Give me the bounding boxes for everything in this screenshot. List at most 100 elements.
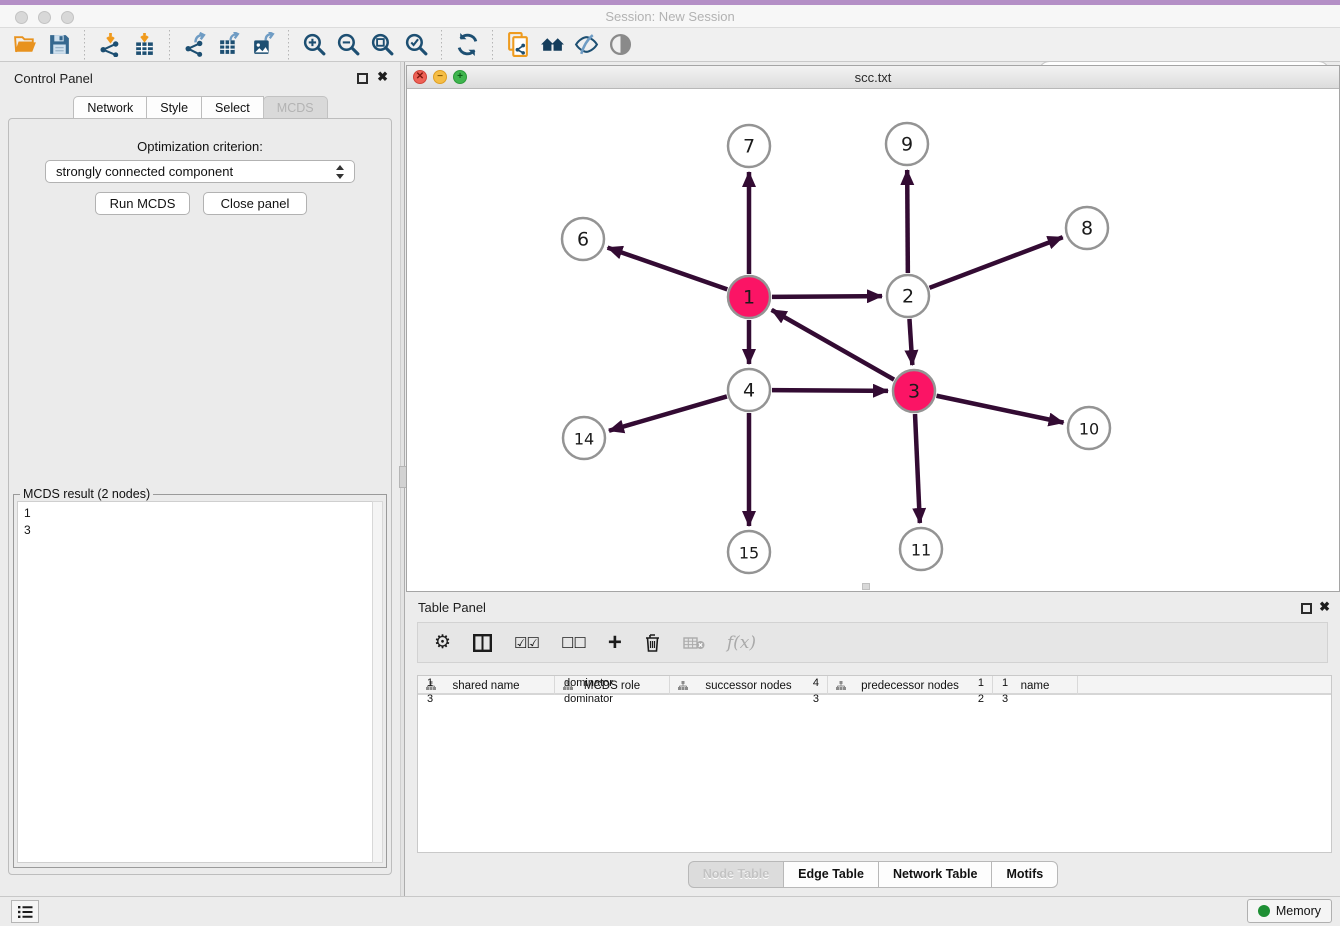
mcds-result-text[interactable]: 1 3 — [17, 501, 374, 863]
float-panel-icon[interactable] — [357, 73, 368, 84]
tab-node-table[interactable]: Node Table — [688, 861, 784, 888]
graph-node-4[interactable]: 4 — [728, 369, 770, 411]
import-network-icon[interactable] — [93, 30, 127, 60]
zoom-fit-icon[interactable] — [365, 30, 399, 60]
graph-node-3[interactable]: 3 — [893, 370, 935, 412]
svg-text:14: 14 — [574, 430, 594, 449]
graph-node-15[interactable]: 15 — [728, 531, 770, 573]
cell-MCDS-role[interactable]: dominator — [555, 676, 670, 692]
close-panel-button[interactable]: Close panel — [203, 192, 307, 215]
edge-2-3[interactable] — [909, 319, 912, 365]
optimization-criterion-select[interactable]: strongly connected component — [45, 160, 355, 183]
save-session-icon[interactable] — [42, 30, 76, 60]
tab-select[interactable]: Select — [201, 96, 264, 120]
cell-successor-nodes[interactable]: 3 — [670, 692, 828, 708]
tab-edge-table[interactable]: Edge Table — [783, 861, 879, 888]
zoom-out-icon[interactable] — [331, 30, 365, 60]
refresh-view-icon[interactable] — [450, 30, 484, 60]
graph-node-14[interactable]: 14 — [563, 417, 605, 459]
add-column-icon[interactable]: + — [608, 629, 622, 657]
edge-1-2[interactable] — [772, 296, 882, 297]
tab-mcds[interactable]: MCDS — [263, 96, 328, 120]
delete-table-icon[interactable] — [683, 636, 705, 650]
cell-predecessor-nodes[interactable]: 2 — [828, 692, 993, 708]
graph-node-2[interactable]: 2 — [887, 275, 929, 317]
toolbar-separator — [492, 30, 493, 60]
edge-2-9[interactable] — [907, 170, 908, 273]
table-panel: Table Panel ✖ ⚙ ☑☑ ☐☐ + f(x) shared name… — [405, 595, 1340, 888]
cell-predecessor-nodes[interactable]: 1 — [828, 676, 993, 692]
network-window-titlebar[interactable]: ✕ − + scc.txt — [407, 66, 1339, 89]
zoom-in-icon[interactable] — [297, 30, 331, 60]
cell-name[interactable]: 1 — [993, 676, 1078, 692]
export-table-icon[interactable] — [212, 30, 246, 60]
control-panel: Control Panel ✖ NetworkStyleSelectMCDS O… — [0, 62, 400, 896]
graph-node-11[interactable]: 11 — [900, 528, 942, 570]
edge-3-11[interactable] — [915, 414, 920, 523]
optimization-criterion-value: strongly connected component — [56, 164, 233, 179]
edge-3-1[interactable] — [772, 310, 894, 380]
control-panel-tabs: NetworkStyleSelectMCDS — [0, 96, 400, 120]
cell-name[interactable]: 3 — [993, 692, 1078, 708]
result-scrollbar[interactable] — [372, 501, 383, 863]
graph-node-8[interactable]: 8 — [1066, 207, 1108, 249]
close-table-panel-icon[interactable]: ✖ — [1319, 599, 1330, 615]
edge-2-8[interactable] — [930, 237, 1063, 288]
canvas-splitter-handle[interactable] — [862, 583, 870, 590]
graph-node-1[interactable]: 1 — [728, 276, 770, 318]
graph-node-9[interactable]: 9 — [886, 123, 928, 165]
tab-style[interactable]: Style — [146, 96, 202, 120]
export-image-icon[interactable] — [246, 30, 280, 60]
tab-network[interactable]: Network — [73, 96, 147, 120]
split-view-icon[interactable] — [473, 634, 492, 652]
svg-text:1: 1 — [743, 287, 755, 309]
float-table-panel-icon[interactable] — [1301, 603, 1312, 614]
toolbar-separator — [441, 30, 442, 60]
network-view-window: ✕ − + scc.txt 7 9 6 8 1 2 4 3 14 10 15 11 — [406, 65, 1340, 592]
table-settings-icon[interactable]: ⚙ — [434, 631, 451, 654]
edge-4-3[interactable] — [772, 390, 888, 391]
export-network-icon[interactable] — [178, 30, 212, 60]
hide-glasses-icon[interactable] — [569, 30, 603, 60]
zoom-selected-icon[interactable] — [399, 30, 433, 60]
show-eye-icon[interactable] — [603, 30, 637, 60]
import-table-icon[interactable] — [127, 30, 161, 60]
select-all-checks-icon[interactable]: ☑☑ — [514, 634, 539, 652]
cell-MCDS-role[interactable]: dominator — [555, 692, 670, 708]
cell-shared-name[interactable]: 3 — [418, 692, 555, 708]
open-session-icon[interactable] — [8, 30, 42, 60]
svg-text:10: 10 — [1079, 420, 1099, 439]
status-bar: Memory — [0, 896, 1340, 926]
select-stepper-icon — [335, 164, 345, 180]
table-row[interactable]: 1dominator411 — [418, 676, 1331, 692]
table-row[interactable]: 3dominator323 — [418, 692, 1331, 708]
edge-3-10[interactable] — [937, 396, 1064, 423]
node-table[interactable]: shared nameMCDS rolesuccessor nodesprede… — [417, 675, 1332, 853]
task-history-button[interactable] — [11, 900, 39, 923]
mcds-result-group: MCDS result (2 nodes) 1 3 — [13, 494, 387, 868]
edge-1-6[interactable] — [608, 248, 728, 290]
home-icon[interactable] — [535, 30, 569, 60]
toolbar-separator — [288, 30, 289, 60]
delete-column-icon[interactable] — [644, 633, 661, 652]
deselect-all-checks-icon[interactable]: ☐☐ — [561, 634, 586, 652]
clone-network-icon[interactable] — [501, 30, 535, 60]
run-mcds-button[interactable]: Run MCDS — [95, 192, 190, 215]
svg-text:11: 11 — [911, 541, 931, 560]
window-titlebar: Session: New Session — [0, 5, 1340, 28]
edge-4-14[interactable] — [609, 396, 727, 430]
tab-network-table[interactable]: Network Table — [878, 861, 993, 888]
tab-motifs[interactable]: Motifs — [991, 861, 1058, 888]
graph-node-10[interactable]: 10 — [1068, 407, 1110, 449]
graph-node-7[interactable]: 7 — [728, 125, 770, 167]
cell-successor-nodes[interactable]: 4 — [670, 676, 828, 692]
graph-node-6[interactable]: 6 — [562, 218, 604, 260]
svg-text:7: 7 — [743, 136, 755, 158]
close-panel-icon[interactable]: ✖ — [377, 69, 388, 85]
main-toolbar — [0, 28, 1340, 62]
network-canvas[interactable]: 7 9 6 8 1 2 4 3 14 10 15 11 — [407, 89, 1339, 591]
mcds-result-title: MCDS result (2 nodes) — [20, 487, 153, 501]
memory-button[interactable]: Memory — [1247, 899, 1332, 923]
cell-shared-name[interactable]: 1 — [418, 676, 555, 692]
toolbar-separator — [169, 30, 170, 60]
